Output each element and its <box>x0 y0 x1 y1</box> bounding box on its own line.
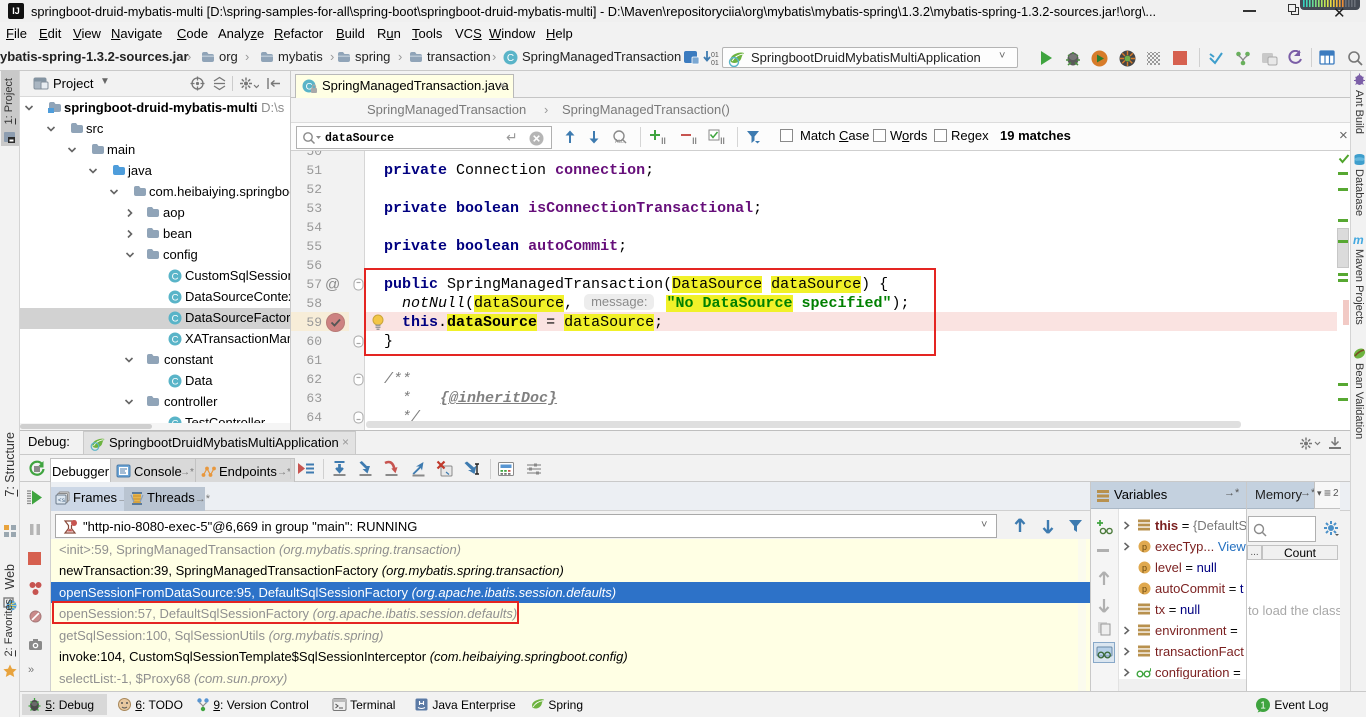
svg-text:II: II <box>720 136 725 146</box>
svg-text:1: 1 <box>1260 701 1266 712</box>
svg-text:p: p <box>1142 542 1147 552</box>
svg-text:p: p <box>1142 584 1147 594</box>
svg-text:01: 01 <box>711 60 719 66</box>
svg-text:<s: <s <box>58 497 66 504</box>
svg-text:C: C <box>172 335 179 346</box>
svg-text:C: C <box>172 272 179 283</box>
svg-text:01: 01 <box>711 52 719 59</box>
svg-text:C: C <box>172 293 179 304</box>
svg-text:C: C <box>172 314 179 325</box>
svg-text:C: C <box>507 53 514 64</box>
svg-text:II: II <box>661 136 666 146</box>
svg-text:C: C <box>172 377 179 388</box>
svg-text:p: p <box>1142 563 1147 573</box>
svg-text:II: II <box>692 136 697 146</box>
svg-text:ALL: ALL <box>615 139 624 145</box>
